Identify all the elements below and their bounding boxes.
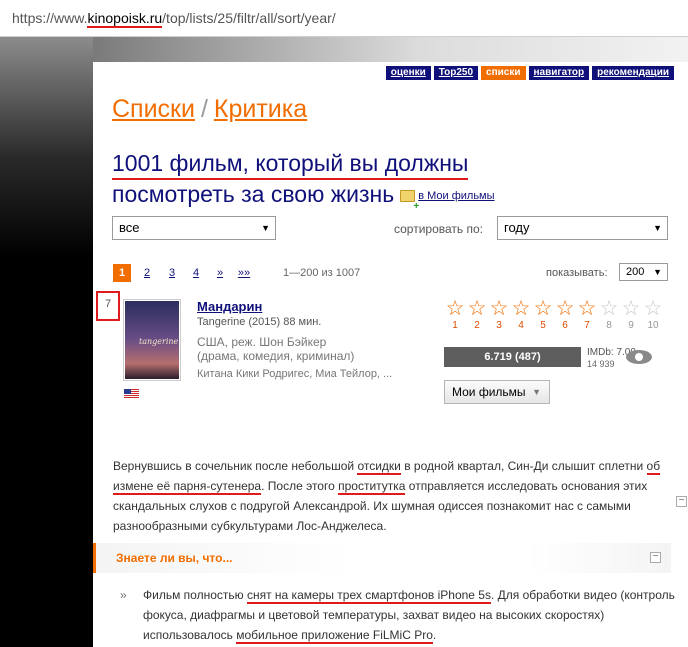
collapse-icon[interactable]: −: [676, 496, 687, 507]
page-title-line1: 1001 фильм, который вы должны: [112, 149, 469, 180]
star-icon: ☆: [533, 297, 553, 320]
movie-rank: 7: [96, 291, 120, 321]
star-number: 5: [540, 320, 546, 331]
movie-original-title: Tangerine (2015) 88 мин.: [197, 316, 322, 328]
chevron-down-icon: ▼: [261, 223, 270, 233]
did-you-know-header[interactable]: Знаете ли вы, что...: [93, 543, 671, 573]
sort-select-value: году: [504, 220, 530, 235]
star-icon: ☆: [577, 297, 597, 320]
star-4[interactable]: ☆ 4: [510, 297, 532, 332]
breadcrumb-separator: /: [200, 95, 208, 123]
star-number: 2: [474, 320, 480, 331]
poster-image: tangerine: [125, 301, 179, 379]
folder-add-icon[interactable]: [400, 190, 419, 221]
breadcrumb-lists[interactable]: Списки: [112, 95, 195, 123]
star-8[interactable]: ☆ 8: [598, 297, 620, 332]
rating-stars: ☆ 1 ☆ 2 ☆ 3 ☆ 4 ☆ 5 ☆ 6 ☆ 7 ☆ 8 ☆ 9 ☆ 10: [444, 297, 664, 332]
movie-poster[interactable]: tangerine: [123, 299, 181, 381]
star-icon: ☆: [511, 297, 531, 320]
page-2[interactable]: 2: [138, 264, 156, 282]
star-number: 6: [562, 320, 568, 331]
nav-navigator[interactable]: навигатор: [528, 66, 590, 80]
movie-description: Вернувшись в сочельник после небольшой о…: [113, 459, 661, 533]
star-icon: ☆: [643, 297, 663, 320]
show-count-value: 200: [626, 266, 645, 278]
us-flag-icon: [124, 389, 139, 398]
nav-lists[interactable]: списки: [481, 66, 526, 80]
star-number: 8: [606, 320, 612, 331]
background-top: [93, 37, 688, 62]
star-icon: ☆: [489, 297, 509, 320]
movie-country-director: США, реж. Шон Бэйкер: [197, 335, 327, 349]
my-movies-label: Мои фильмы: [452, 385, 526, 399]
star-icon: ☆: [445, 297, 465, 320]
star-icon: ☆: [599, 297, 619, 320]
movie-genres: (драма, комедия, криминал): [197, 349, 355, 363]
star-6[interactable]: ☆ 6: [554, 297, 576, 332]
star-10[interactable]: ☆ 10: [642, 297, 664, 332]
star-number: 7: [584, 320, 590, 331]
star-icon: ☆: [467, 297, 487, 320]
top-navigation: оценки Top250 списки навигатор рекоменда…: [385, 66, 674, 80]
background-left: [0, 37, 93, 647]
url-domain: kinopoisk.ru: [87, 10, 163, 28]
star-icon: ☆: [621, 297, 641, 320]
kp-rating-button[interactable]: 6.719 (487): [444, 347, 581, 367]
did-you-know-title: Знаете ли вы, что...: [116, 551, 233, 565]
star-7[interactable]: ☆ 7: [576, 297, 598, 332]
movie-title[interactable]: Мандарин: [197, 299, 262, 314]
page-last[interactable]: »»: [235, 264, 253, 282]
sort-select[interactable]: году ▼: [497, 216, 668, 240]
nav-ratings[interactable]: оценки: [385, 66, 431, 80]
star-1[interactable]: ☆ 1: [444, 297, 466, 332]
chevron-down-icon: ▼: [532, 387, 541, 397]
page-3[interactable]: 3: [163, 264, 181, 282]
chevron-down-icon: ▼: [653, 267, 662, 277]
page-next[interactable]: »: [211, 264, 229, 282]
eye-icon[interactable]: [626, 350, 652, 364]
imdb-votes: 14 939: [587, 359, 615, 369]
url-scheme: https://www.: [12, 10, 88, 26]
url-path: /top/lists/25/filtr/all/sort/year/: [162, 10, 336, 26]
star-9[interactable]: ☆ 9: [620, 297, 642, 332]
page-content: оценки Top250 списки навигатор рекоменда…: [93, 62, 688, 647]
bullet-icon: »: [120, 588, 127, 602]
nav-recommendations[interactable]: рекомендации: [592, 66, 674, 80]
results-range: 1—200 из 1007: [283, 267, 361, 279]
filter-select[interactable]: все ▼: [112, 216, 276, 240]
fact-text: Фильм полностью снят на камеры трех смар…: [143, 588, 675, 644]
star-5[interactable]: ☆ 5: [532, 297, 554, 332]
star-number: 10: [647, 320, 659, 331]
star-number: 9: [628, 320, 634, 331]
star-3[interactable]: ☆ 3: [488, 297, 510, 332]
page-1[interactable]: 1: [113, 264, 131, 282]
add-to-my-movies-link[interactable]: в Мои фильмы: [418, 190, 494, 202]
star-icon: ☆: [555, 297, 575, 320]
page-4[interactable]: 4: [187, 264, 205, 282]
my-movies-dropdown[interactable]: Мои фильмы ▼: [444, 380, 550, 404]
star-number: 4: [518, 320, 524, 331]
url-text[interactable]: https://www.kinopoisk.ru/top/lists/25/fi…: [12, 10, 336, 28]
did-you-know-fact: » Фильм полностью снят на камеры трех см…: [120, 585, 680, 645]
star-number: 1: [452, 320, 458, 331]
star-2[interactable]: ☆ 2: [466, 297, 488, 332]
movie-cast: Китана Кики Родригес, Миа Тейлор, ...: [197, 368, 393, 380]
breadcrumb: Списки / Критика: [112, 95, 307, 124]
breadcrumb-critics[interactable]: Критика: [214, 95, 307, 123]
page-title-line2: посмотреть за свою жизнь: [112, 181, 395, 207]
nav-top250[interactable]: Top250: [433, 66, 479, 80]
chevron-down-icon: ▼: [653, 223, 662, 233]
poster-text: tangerine: [139, 337, 179, 346]
address-bar[interactable]: https://www.kinopoisk.ru/top/lists/25/fi…: [0, 0, 688, 37]
collapse-icon[interactable]: −: [650, 552, 661, 563]
page-title: 1001 фильм, который вы должны посмотреть…: [112, 149, 672, 221]
filter-select-value: все: [119, 220, 140, 235]
show-count-select[interactable]: 200 ▼: [619, 263, 668, 281]
sort-label: сортировать по:: [394, 222, 484, 236]
star-number: 3: [496, 320, 502, 331]
show-count-label: показывать:: [546, 267, 608, 279]
